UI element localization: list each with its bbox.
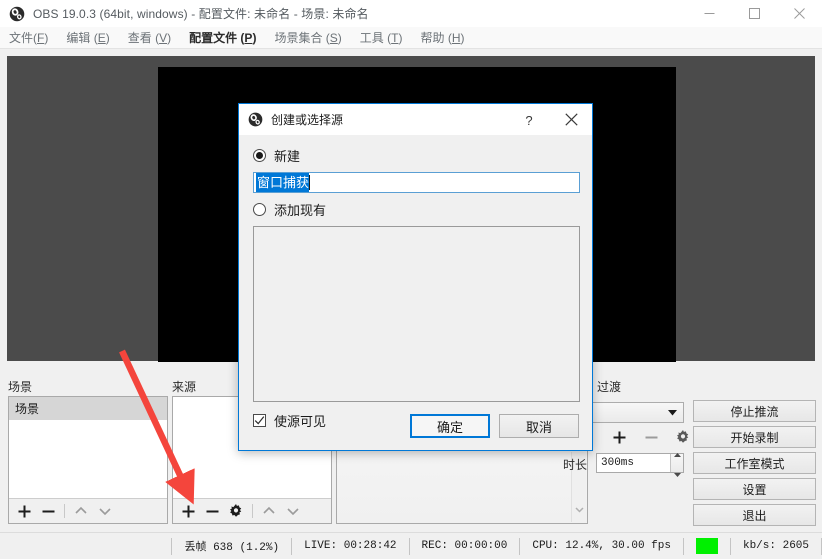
text-caret: [309, 175, 311, 190]
dialog-title: 创建或选择源: [271, 113, 344, 127]
dialog-title-buttons: ?: [508, 104, 592, 136]
minus-icon[interactable]: [640, 426, 662, 448]
bitrate-status: kb/s: 2605: [731, 537, 822, 555]
menu-label: 查看: [127, 31, 156, 45]
menu-mnemonic: F: [37, 31, 45, 45]
menubar: 文件(F) 编辑 (E) 查看 (V) 配置文件 (P) 场景集合 (S) 工具…: [0, 27, 822, 49]
minimize-icon[interactable]: [687, 0, 732, 27]
window-title: OBS 19.0.3 (64bit, windows) - 配置文件: 未命名 …: [33, 7, 369, 21]
checkbox-indicator[interactable]: [253, 414, 266, 427]
chevron-down-icon[interactable]: [94, 500, 116, 522]
status-led: [695, 538, 718, 554]
chevron-up-icon[interactable]: [70, 500, 92, 522]
source-name-input[interactable]: 窗口捕获: [253, 172, 580, 193]
spinner-up-icon[interactable]: [673, 444, 681, 462]
dialog-titlebar: 创建或选择源 ?: [239, 104, 592, 136]
transitions-dock-label: 过渡: [597, 380, 622, 394]
live-time-status: LIVE: 00:28:42: [292, 537, 410, 555]
obs-main-window: OBS 19.0.3 (64bit, windows) - 配置文件: 未命名 …: [0, 0, 822, 559]
exit-button[interactable]: 退出: [693, 504, 816, 526]
spinner-down-icon[interactable]: [673, 464, 681, 482]
statusbar: 丢帧 638 (1.2%) LIVE: 00:28:42 REC: 00:00:…: [0, 532, 822, 559]
sources-toolbar: [173, 498, 331, 523]
window-titlebar: OBS 19.0.3 (64bit, windows) - 配置文件: 未命名 …: [0, 0, 822, 27]
start-recording-button[interactable]: 开始录制: [693, 426, 816, 448]
plus-icon[interactable]: [13, 500, 35, 522]
menu-label: 配置文件: [189, 31, 241, 45]
dropped-frames-status: 丢帧 638 (1.2%): [171, 537, 293, 555]
plus-icon[interactable]: [608, 426, 630, 448]
radio-new-label: 新建: [274, 149, 301, 164]
minus-icon[interactable]: [37, 500, 59, 522]
question-mark-icon[interactable]: ?: [508, 104, 550, 136]
source-name-value: 窗口捕获: [256, 173, 310, 192]
menu-label: 编辑: [66, 31, 94, 45]
scenes-dock-label: 场景: [8, 380, 33, 394]
menu-item-scene-collection[interactable]: 场景集合 (S): [265, 27, 350, 48]
audio-mixer-panel[interactable]: [336, 450, 588, 524]
list-item[interactable]: 场景: [9, 397, 167, 420]
radio-existing-source[interactable]: 添加现有: [253, 200, 578, 219]
menu-item-file[interactable]: 文件(F): [0, 27, 57, 48]
stop-streaming-button[interactable]: 停止推流: [693, 400, 816, 422]
chevron-down-icon[interactable]: [574, 502, 585, 520]
cancel-button[interactable]: 取消: [499, 414, 579, 438]
dialog-body: 新建 窗口捕获 添加现有 使源可见: [239, 136, 592, 430]
transition-toolbar: [608, 426, 694, 448]
menu-mnemonic: H: [451, 31, 461, 45]
radio-new-source[interactable]: 新建: [253, 146, 578, 165]
studio-mode-button[interactable]: 工作室模式: [693, 452, 816, 474]
checkbox-label: 使源可见: [274, 414, 327, 429]
duration-input[interactable]: [597, 454, 671, 472]
existing-sources-list[interactable]: [253, 226, 580, 402]
cpu-fps-status: CPU: 12.4%, 30.00 fps: [520, 537, 684, 555]
menu-item-profile[interactable]: 配置文件 (P): [180, 27, 265, 48]
transition-duration-label: 时长: [563, 458, 588, 472]
transition-duration-field[interactable]: [596, 453, 684, 477]
menu-item-view[interactable]: 查看 (V): [119, 27, 180, 48]
chevron-down-icon[interactable]: [282, 500, 304, 522]
plus-icon[interactable]: [177, 500, 199, 522]
rec-time-status: REC: 00:00:00: [410, 537, 521, 555]
toolbar-divider: [64, 504, 65, 518]
menu-mnemonic: E: [97, 31, 106, 45]
sources-dock-label: 来源: [172, 380, 197, 394]
radio-existing-label: 添加现有: [274, 203, 327, 218]
chevron-up-icon[interactable]: [258, 500, 280, 522]
menu-label: 文件: [9, 31, 34, 45]
ok-button[interactable]: 确定: [410, 414, 490, 438]
gear-icon[interactable]: [225, 500, 247, 522]
menu-label: 帮助: [420, 31, 448, 45]
menu-label: 场景集合: [274, 31, 326, 45]
window-controls: [687, 0, 822, 27]
scenes-panel[interactable]: 场景: [8, 396, 168, 524]
menu-label: 工具: [359, 31, 388, 45]
menu-mnemonic: V: [159, 31, 168, 45]
spinner-buttons[interactable]: [670, 453, 683, 477]
chevron-down-icon: [668, 404, 677, 422]
scenes-list[interactable]: 场景: [9, 397, 167, 498]
close-icon[interactable]: [777, 0, 822, 27]
close-icon[interactable]: [550, 104, 592, 136]
maximize-icon[interactable]: [732, 0, 777, 27]
settings-button[interactable]: 设置: [693, 478, 816, 500]
menu-item-tools[interactable]: 工具 (T): [351, 27, 412, 48]
minus-icon[interactable]: [201, 500, 223, 522]
radio-new-indicator[interactable]: [253, 149, 266, 162]
menu-mnemonic: S: [329, 31, 338, 45]
menu-item-edit[interactable]: 编辑 (E): [57, 27, 118, 48]
transition-select[interactable]: [592, 402, 684, 423]
menu-item-help[interactable]: 帮助 (H): [411, 27, 473, 48]
dialog-actions: 确定 取消: [410, 414, 579, 438]
radio-existing-indicator[interactable]: [253, 203, 266, 216]
svg-text:?: ?: [525, 113, 532, 127]
menu-mnemonic: P: [244, 31, 253, 45]
scenes-toolbar: [9, 498, 167, 523]
obs-logo-icon: [9, 6, 25, 22]
obs-logo-icon: [248, 112, 263, 127]
menu-mnemonic: T: [391, 31, 399, 45]
connection-status-led: [684, 537, 731, 555]
toolbar-divider: [252, 504, 253, 518]
create-source-dialog[interactable]: 创建或选择源 ? 新建 窗口捕获 添加现有 使源可见 确定 取消: [238, 103, 593, 451]
